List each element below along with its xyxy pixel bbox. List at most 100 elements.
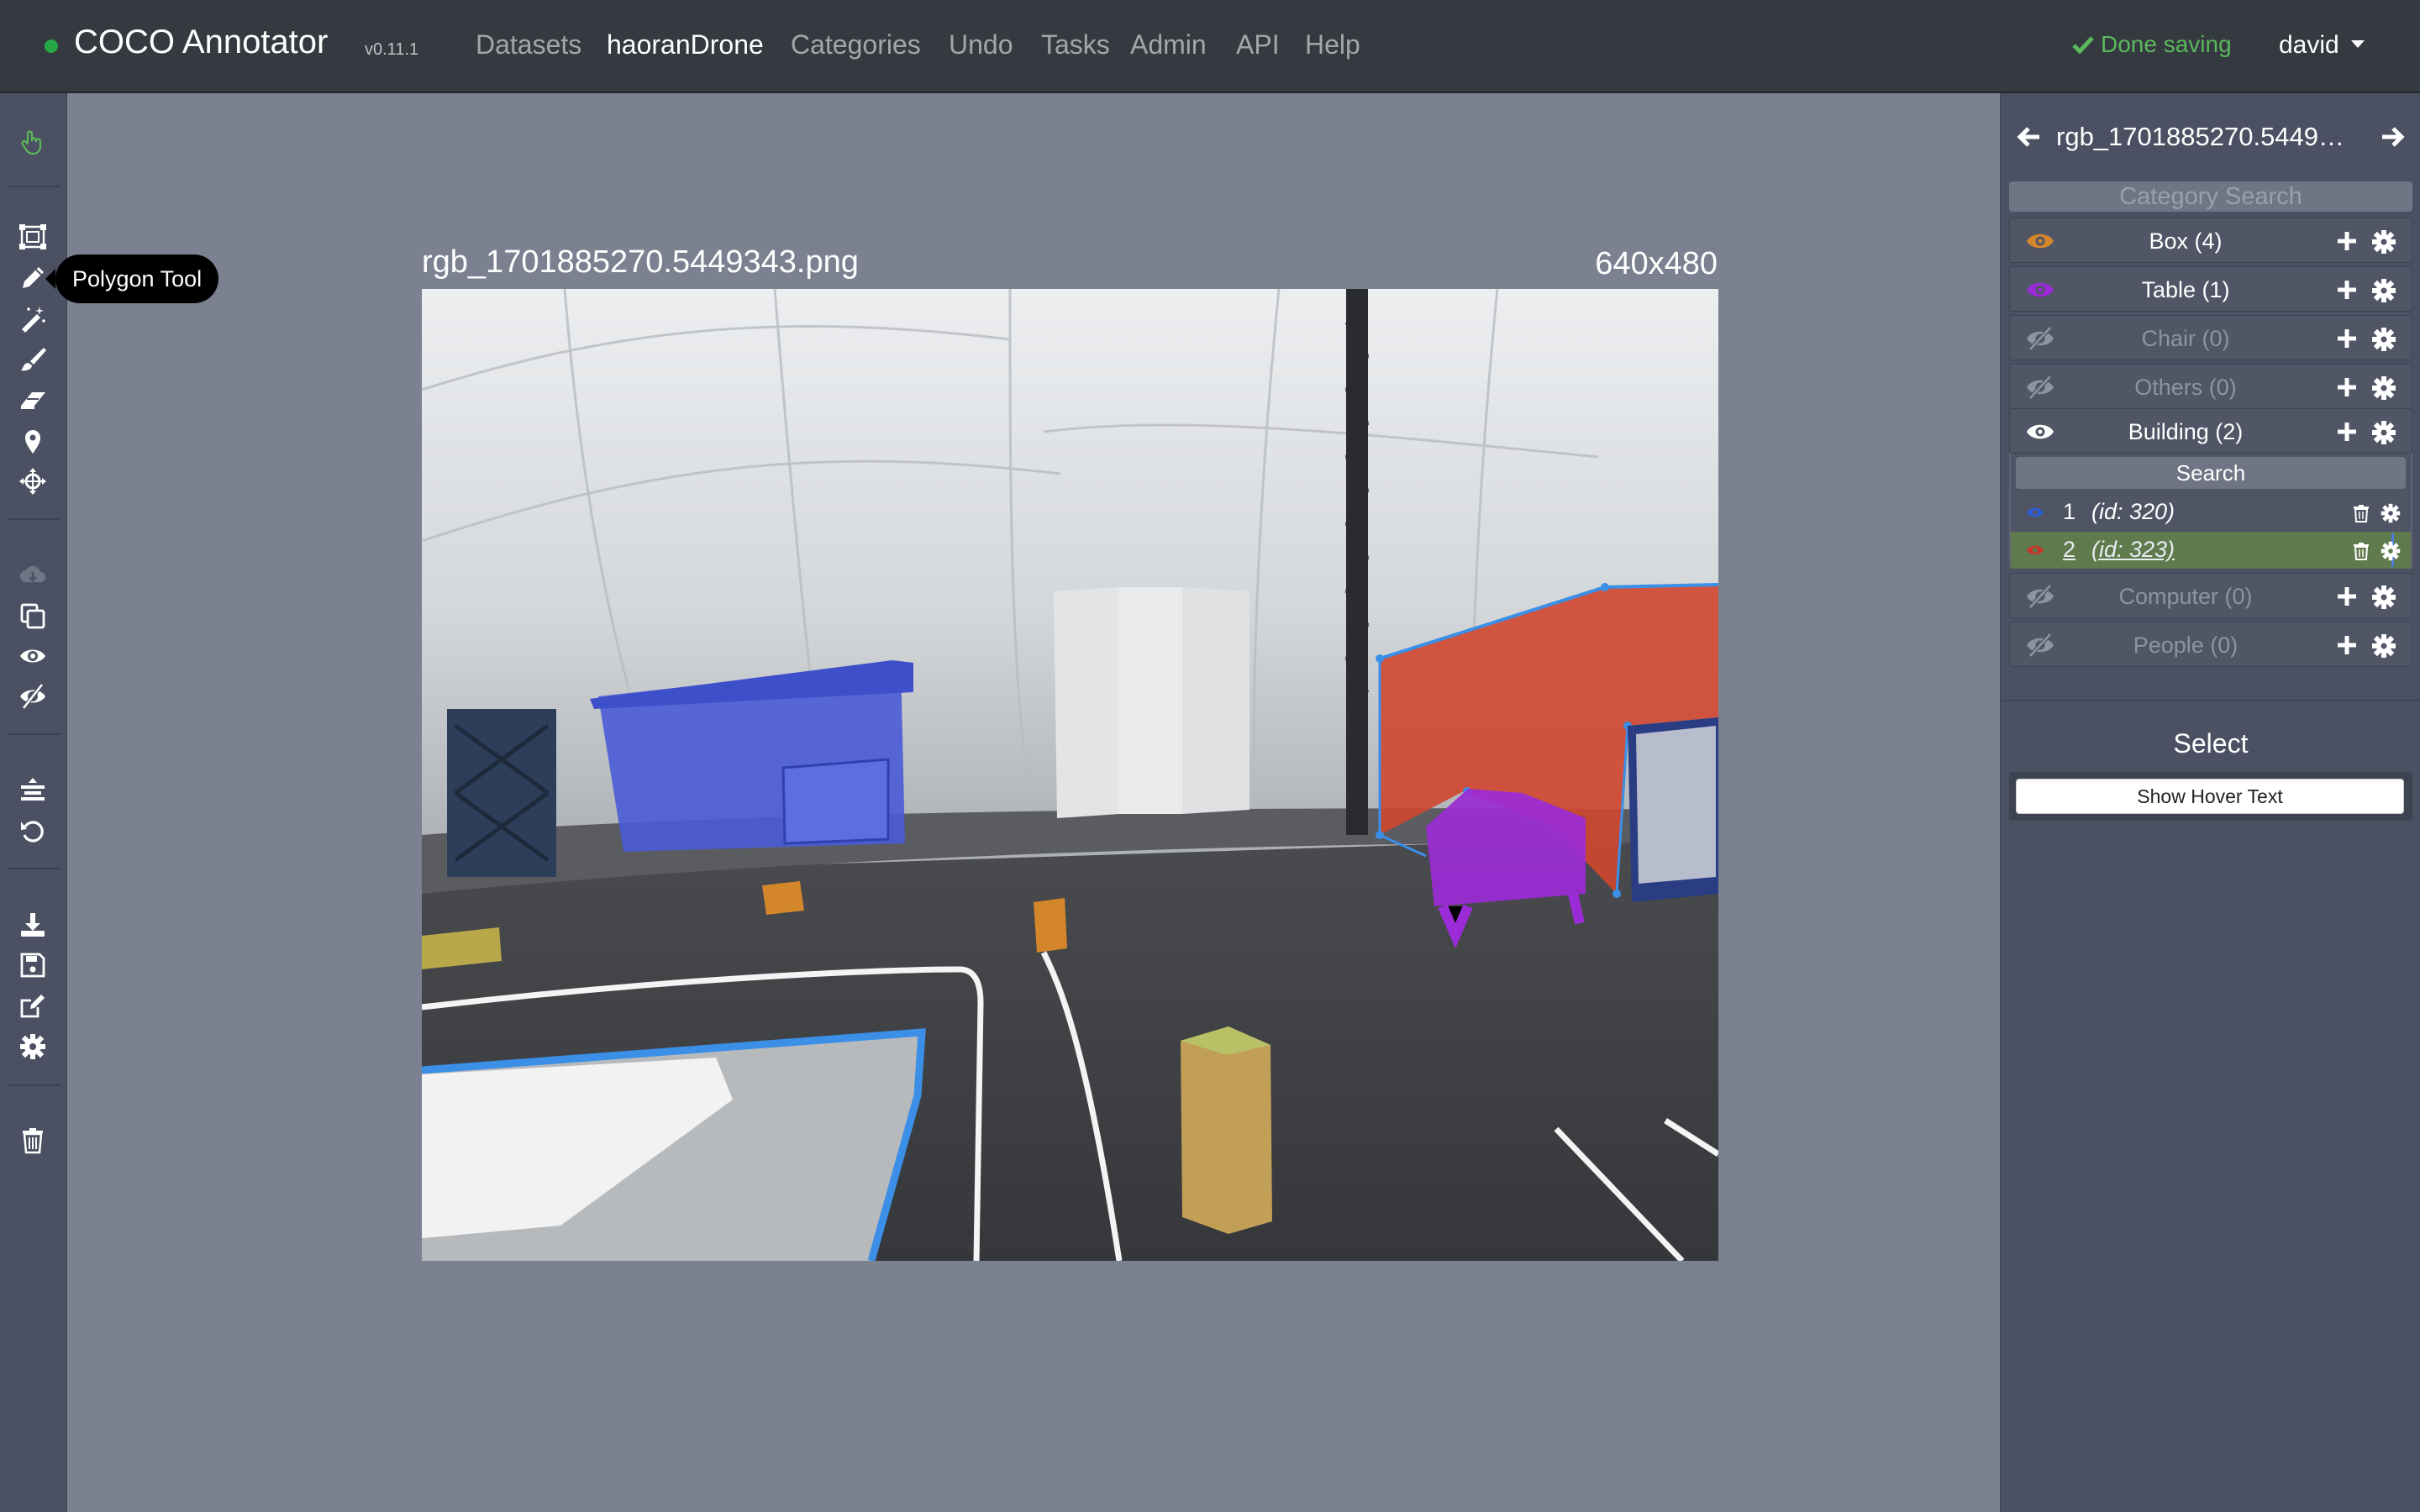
category-chair[interactable]: Chair (0) <box>2009 315 2412 360</box>
delete-icon <box>23 1128 43 1154</box>
user-menu[interactable]: david <box>2279 31 2365 60</box>
edit-icon <box>20 995 45 1018</box>
category-label: Chair (0) <box>2141 326 2230 351</box>
plus-icon[interactable] <box>2336 279 2358 301</box>
save-tool[interactable] <box>15 948 50 983</box>
panel-image-title: rgb_1701885270.5449343.png <box>2056 122 2359 151</box>
eraser-tool[interactable] <box>15 382 50 417</box>
download-tool[interactable] <box>15 907 50 942</box>
plus-icon[interactable] <box>2336 421 2358 443</box>
save-icon <box>20 953 45 978</box>
gear-icon[interactable] <box>2381 503 2401 523</box>
plus-icon[interactable] <box>2336 328 2358 349</box>
annotation-search-input[interactable]: Search <box>2016 457 2406 489</box>
category-building-group: Building (2) Search 1 (id: 320) 2 (id: 3… <box>2009 408 2412 569</box>
polygon-tool-tooltip: Polygon Tool <box>45 255 219 303</box>
undo-tool[interactable] <box>15 813 50 848</box>
nav-current-dataset[interactable]: haoranDrone <box>607 29 764 60</box>
bbox-icon <box>19 224 46 249</box>
brush-tool[interactable] <box>15 342 50 377</box>
username: david <box>2279 31 2339 59</box>
magic-wand-tool[interactable] <box>15 301 50 336</box>
next-image-icon[interactable] <box>2377 122 2407 152</box>
hide-all-icon <box>20 683 45 710</box>
trash-icon[interactable] <box>2352 542 2370 560</box>
plus-icon[interactable] <box>2336 376 2358 398</box>
plus-icon[interactable] <box>2336 230 2358 252</box>
category-box[interactable]: Box (4) <box>2009 218 2412 263</box>
brand-title[interactable]: COCO Annotator <box>74 24 328 61</box>
gear-icon[interactable] <box>2371 375 2396 401</box>
gear-icon[interactable] <box>2371 278 2396 303</box>
cloud-download-tool[interactable] <box>15 557 50 592</box>
category-label: Building (2) <box>2128 419 2244 444</box>
eye-slash-icon[interactable] <box>2025 633 2055 658</box>
eye-slash-icon[interactable] <box>2025 326 2055 351</box>
dextr-icon <box>19 468 46 495</box>
caret-down-icon <box>2350 40 2365 48</box>
eye-icon[interactable] <box>2025 419 2055 444</box>
eye-icon[interactable] <box>2025 277 2055 302</box>
nav-categories[interactable]: Categories <box>791 29 921 60</box>
show-all-tool[interactable] <box>15 638 50 674</box>
edit-tool[interactable] <box>15 989 50 1024</box>
category-people[interactable]: People (0) <box>2009 622 2412 667</box>
category-search-input[interactable] <box>2009 181 2412 212</box>
eye-icon[interactable] <box>2026 543 2044 557</box>
category-label: Others (0) <box>2134 375 2237 400</box>
category-table[interactable]: Table (1) <box>2009 266 2412 312</box>
nav-help[interactable]: Help <box>1305 29 1360 60</box>
annotation-row[interactable]: 1 (id: 320) <box>2011 494 2411 531</box>
annotation-row-selected[interactable]: 2 (id: 323) <box>2011 532 2411 569</box>
annotation-canvas[interactable] <box>422 289 1718 1261</box>
eye-icon[interactable] <box>2026 506 2044 519</box>
trash-icon[interactable] <box>2352 504 2370 522</box>
dextr-tool[interactable] <box>15 464 50 499</box>
nav-undo[interactable]: Undo <box>949 29 1013 60</box>
eye-slash-icon[interactable] <box>2025 584 2055 609</box>
plus-icon[interactable] <box>2336 634 2358 656</box>
gear-icon[interactable] <box>2381 541 2401 561</box>
polygon-icon <box>23 267 44 288</box>
delete-tool[interactable] <box>15 1123 50 1158</box>
category-building[interactable]: Building (2) <box>2009 408 2412 454</box>
version-label: v0.11.1 <box>365 40 419 59</box>
show-hover-text-button[interactable]: Show Hover Text <box>2016 779 2404 814</box>
top-navbar: COCO Annotator v0.11.1 Datasets haoranDr… <box>0 0 2420 93</box>
copy-tool[interactable] <box>15 598 50 633</box>
panel-divider <box>2001 700 2420 701</box>
category-label: People (0) <box>2133 633 2238 658</box>
center-image-icon <box>21 778 45 801</box>
bbox-tool[interactable] <box>15 219 50 255</box>
nav-tasks[interactable]: Tasks <box>1041 29 1110 60</box>
center-image-tool[interactable] <box>15 772 50 807</box>
save-status: Done saving <box>2072 31 2232 58</box>
cloud-download-icon <box>20 565 45 582</box>
gear-icon[interactable] <box>2371 585 2396 610</box>
nav-datasets[interactable]: Datasets <box>476 29 581 60</box>
keypoint-tool[interactable] <box>15 423 50 459</box>
prev-image-icon[interactable] <box>2014 122 2044 152</box>
check-icon <box>2072 36 2094 55</box>
nav-admin[interactable]: Admin <box>1130 29 1207 60</box>
settings-tool[interactable] <box>15 1029 50 1064</box>
gear-icon[interactable] <box>2371 633 2396 659</box>
settings-icon <box>20 1034 45 1059</box>
gear-icon[interactable] <box>2371 327 2396 352</box>
category-label: Computer (0) <box>2118 584 2253 609</box>
select-section-title: Select <box>2173 728 2249 759</box>
category-others[interactable]: Others (0) <box>2009 364 2412 409</box>
annotation-number: 1 <box>2063 499 2076 524</box>
category-label: Table (1) <box>2141 277 2230 302</box>
gear-icon[interactable] <box>2371 229 2396 255</box>
plus-icon[interactable] <box>2336 585 2358 607</box>
eye-slash-icon[interactable] <box>2025 375 2055 400</box>
magic-wand-icon <box>22 307 45 333</box>
eye-icon[interactable] <box>2025 228 2055 254</box>
nav-api[interactable]: API <box>1236 29 1280 60</box>
select-tool[interactable] <box>15 124 50 160</box>
gear-icon[interactable] <box>2371 420 2396 445</box>
image-dimensions: 640x480 <box>1595 246 1718 281</box>
category-computer[interactable]: Computer (0) <box>2009 573 2412 618</box>
hide-all-tool[interactable] <box>15 679 50 714</box>
